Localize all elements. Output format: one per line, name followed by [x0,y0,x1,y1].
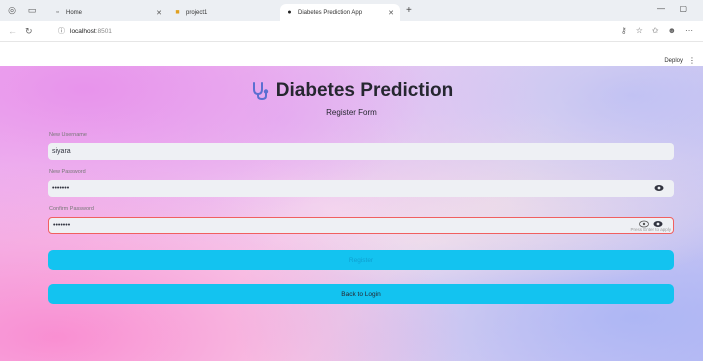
maximize-icon[interactable]: ▢ [679,4,687,13]
register-button[interactable]: Register [48,250,674,270]
streamlit-icon: ● [287,9,292,16]
plus-icon[interactable]: + [406,5,412,16]
input-hint: Press Enter to apply [630,227,671,232]
tab-label: Home [66,9,83,16]
favorite-star-icon[interactable]: ☆ [636,26,643,35]
browser-toolbar: ⚷ ☆ ✩ ☻ ⋯ [621,26,693,35]
page-title-text: Diabetes Prediction [275,80,454,101]
confirm-password-input[interactable]: ••••••• Press Enter to apply [48,217,674,234]
stethoscope-icon [252,81,268,100]
deploy-button[interactable]: Deploy [664,58,683,64]
url-host: localhost [70,27,96,35]
key-icon[interactable]: ⚷ [621,26,627,35]
browser-tab-bar: ◎ ▭ ▫ Home ✕ ■ project1 ● Diabetes Predi… [0,0,703,21]
tab-label: project1 [186,9,208,16]
folder-icon: ■ [175,9,180,16]
browser-profile-icon[interactable]: ◎ [4,3,20,19]
password-input[interactable]: ••••••• [48,180,674,197]
username-input[interactable]: siyara [48,143,674,160]
close-icon[interactable]: ✕ [388,9,394,17]
page-title: Diabetes Prediction [0,80,703,102]
page-icon: ▫ [56,9,59,16]
app-header: Deploy ⋮ [0,42,703,66]
close-icon[interactable]: ✕ [156,9,162,17]
tab-project1[interactable]: ■ project1 [168,4,280,21]
back-to-login-button[interactable]: Back to Login [48,284,674,304]
password-label: New Password [49,169,86,175]
confirm-password-value: ••••••• [53,222,71,229]
tab-actions-icon[interactable]: ▭ [24,3,40,19]
refresh-icon[interactable]: ↻ [25,26,33,37]
url-field[interactable]: ⓘ localhost:8501 [58,24,618,38]
address-bar: ← ↻ ⓘ localhost:8501 ⚷ ☆ ✩ ☻ ⋯ [0,21,703,42]
username-label: New Username [49,132,87,138]
tab-label: Diabetes Prediction App [298,9,363,16]
favorites-icon[interactable]: ✩ [652,26,659,35]
url-port: :8501 [95,27,112,35]
main-menu-icon[interactable]: ⋮ [688,56,696,65]
more-icon[interactable]: ⋯ [685,26,693,35]
profile-icon[interactable]: ☻ [668,26,676,35]
confirm-password-label: Confirm Password [49,206,94,212]
back-icon[interactable]: ← [8,26,17,36]
password-value: ••••••• [52,185,70,192]
tab-home[interactable]: ▫ Home ✕ [48,4,168,21]
tab-diabetes-app[interactable]: ● Diabetes Prediction App ✕ [280,4,400,21]
username-value: siyara [52,148,71,155]
show-password-icon[interactable] [654,184,664,192]
page-subtitle: Register Form [326,108,377,117]
info-icon: ⓘ [58,28,65,35]
minimize-icon[interactable]: — [657,4,665,13]
